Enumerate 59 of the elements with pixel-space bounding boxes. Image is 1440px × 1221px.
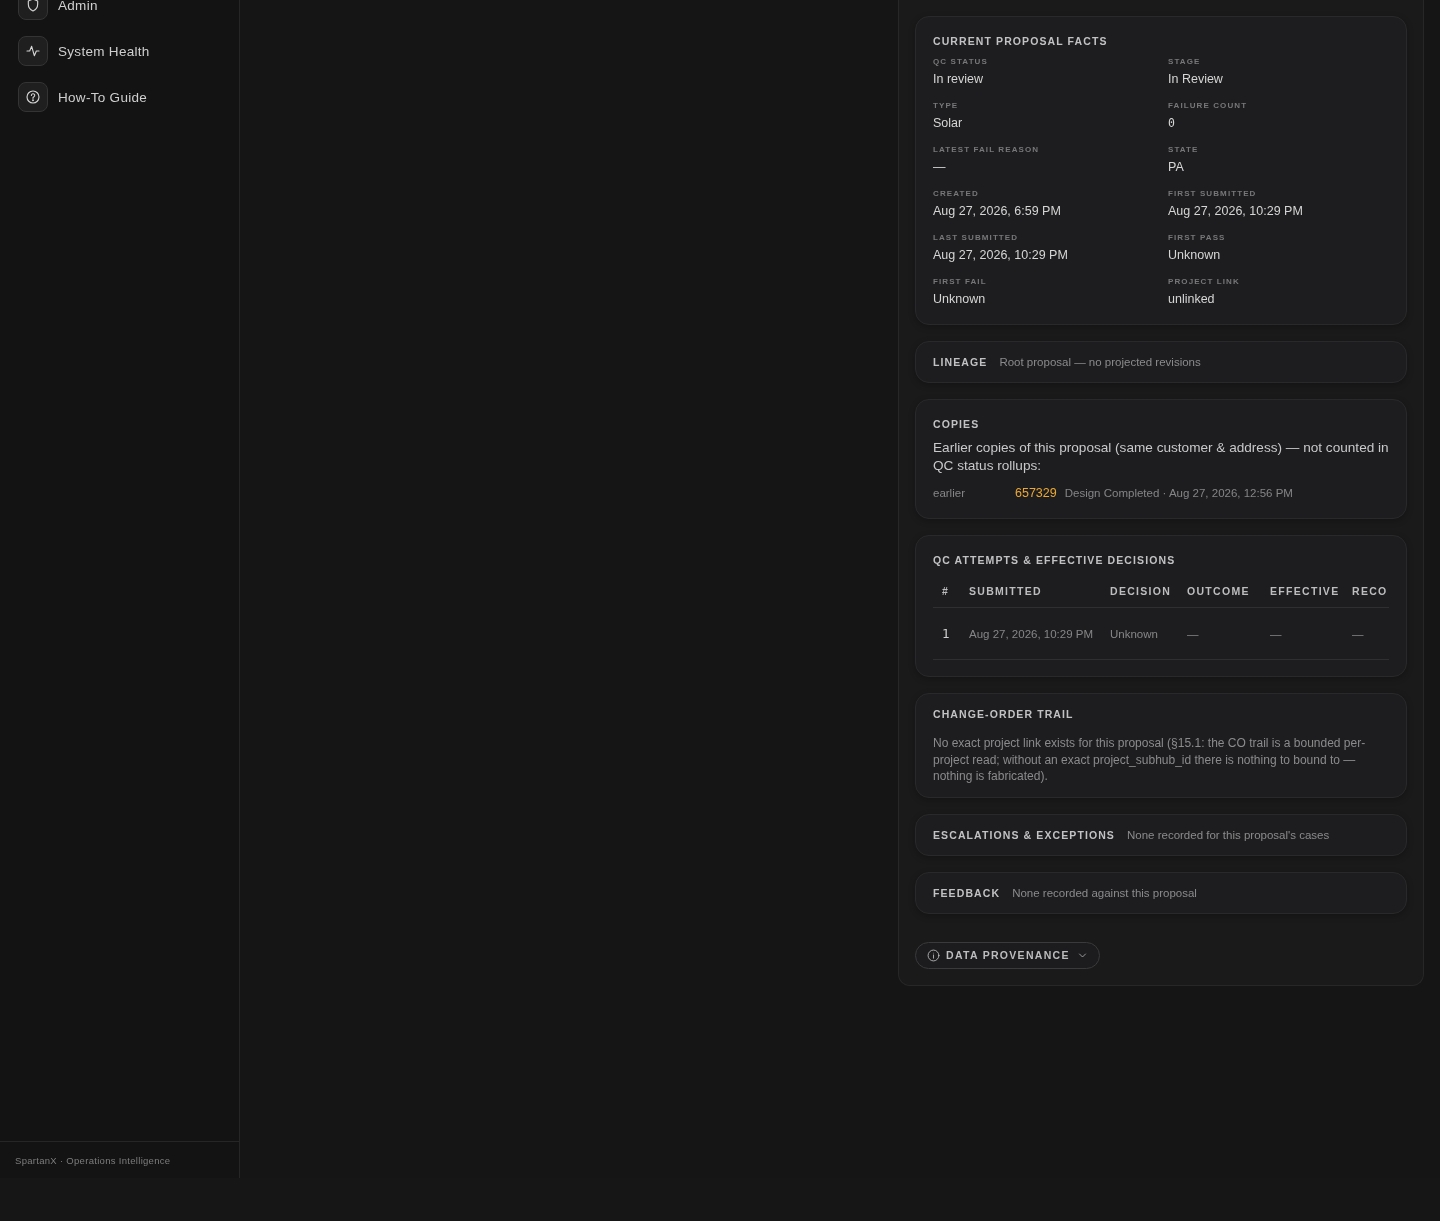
section-title: CURRENT PROPOSAL FACTS [933,34,1109,48]
column-header: DECISION [1110,585,1172,597]
table-cell: Aug 27, 2026, 10:29 PM [969,627,1094,640]
field-value: unlinked [1168,291,1215,307]
nav-item[interactable]: How-To Guide [18,82,148,112]
copy-details: Design Completed · Aug 27, 2026, 12:56 PM [1064,486,1293,501]
nav-item[interactable]: System Health [18,36,150,66]
field-value: PA [1168,159,1184,175]
field-label: FAILURE COUNT [1168,100,1248,112]
field-value: In review [933,71,984,87]
field-value: Solar [933,115,963,131]
data-provenance-button[interactable]: DATA PROVENANCE [915,941,1100,969]
copy-relation: earlier [933,486,966,501]
section-title: FEEDBACK [933,885,1001,900]
field-value: — [933,159,946,175]
field-label: STATE [1168,144,1199,156]
section-title: CHANGE-ORDER TRAIL [933,707,1075,721]
change-order-note: No exact project link exists for this proposal (§15.1: the CO trail is a bounded per-project read; without an exact project_subhub_id there is nothing to bound to — nothing is fabricated). [933,735,1367,785]
section-note: None recorded against this proposal [1012,885,1197,900]
proposal-id-link[interactable]: 657329 [1015,485,1057,501]
table-cell: Unknown [1110,627,1158,640]
section-title: COPIES [933,417,981,431]
field-label: CREATED [933,188,979,200]
field-label: FIRST FAIL [933,276,987,288]
field-value: In Review [1168,71,1223,87]
section-title: QC ATTEMPTS & EFFECTIVE DECISIONS [933,553,1177,567]
field-value: Unknown [933,291,986,307]
table-cell: — [1187,627,1199,640]
table-cell: — [1270,627,1282,640]
nav-item[interactable]: Admin [18,0,98,20]
field-value: Aug 27, 2026, 10:29 PM [1168,203,1303,219]
field-label: STAGE [1168,56,1201,68]
field-label: QC STATUS [933,56,988,68]
field-value: Aug 27, 2026, 6:59 PM [933,203,1061,219]
section-title: LINEAGE [933,355,988,369]
field-label: TYPE [933,100,959,112]
field-value: Unknown [1168,247,1221,263]
section-note: None recorded for this proposal's cases [1127,827,1330,842]
pulse-icon [18,36,48,66]
copies-description: Earlier copies of this proposal (same customer & address) — not counted in QC status rollups: [933,439,1389,475]
field-value: Aug 27, 2026, 10:29 PM [933,247,1068,263]
question-icon [18,82,48,112]
column-header: EFFECTIVE [1270,585,1340,597]
field-label: FIRST PASS [1168,232,1226,244]
table-cell: 1 [942,626,950,641]
field-label: PROJECT LINK [1168,276,1240,288]
column-header: # [942,585,950,597]
column-header: SUBMITTED [969,585,1042,597]
column-header: OUTCOME [1187,585,1250,597]
field-label: LAST SUBMITTED [933,232,1019,244]
field-value: 0 [1168,115,1175,131]
section-note: Root proposal — no projected revisions [999,355,1201,369]
table-cell: — [1352,627,1364,640]
footer-text: SpartanX · Operations Intelligence [15,1154,171,1166]
info-icon [927,948,940,962]
section-title: ESCALATIONS & EXCEPTIONS [933,827,1115,842]
field-label: LATEST FAIL REASON [933,144,1040,156]
column-header: RECO [1352,585,1388,597]
field-label: FIRST SUBMITTED [1168,188,1257,200]
